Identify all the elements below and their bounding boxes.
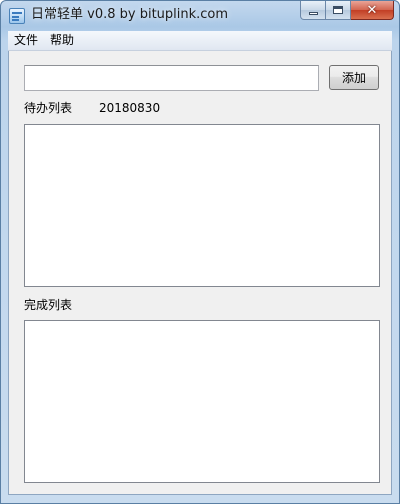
done-list-label: 完成列表 — [24, 298, 73, 312]
caption-buttons: ✕ — [300, 1, 394, 21]
minimize-button[interactable] — [300, 1, 326, 20]
title-bar[interactable]: 日常轻单 v0.8 by bituplink.com ✕ — [1, 1, 399, 31]
add-button[interactable]: 添加 — [329, 65, 379, 90]
maximize-button[interactable] — [326, 1, 351, 20]
minimize-icon — [308, 12, 318, 15]
todo-date: 20180830 — [99, 101, 161, 115]
window-title: 日常轻单 v0.8 by bituplink.com — [31, 7, 229, 22]
done-listbox[interactable] — [24, 320, 380, 483]
maximize-icon — [333, 6, 343, 14]
client-area: 添加 待办列表 20180830 完成列表 — [8, 51, 392, 495]
app-window: 日常轻单 v0.8 by bituplink.com ✕ 文件 帮助 添加 待办… — [0, 0, 400, 504]
menu-bar: 文件 帮助 — [8, 31, 392, 51]
todo-listbox[interactable] — [24, 124, 380, 287]
menu-file[interactable]: 文件 — [8, 31, 44, 50]
app-icon[interactable] — [9, 8, 25, 24]
window-bottom-border[interactable] — [1, 494, 399, 503]
close-icon: ✕ — [366, 2, 378, 18]
menu-help[interactable]: 帮助 — [44, 31, 80, 50]
todo-input[interactable] — [24, 65, 319, 91]
close-button[interactable]: ✕ — [351, 1, 394, 20]
todo-list-label: 待办列表 — [24, 101, 73, 115]
